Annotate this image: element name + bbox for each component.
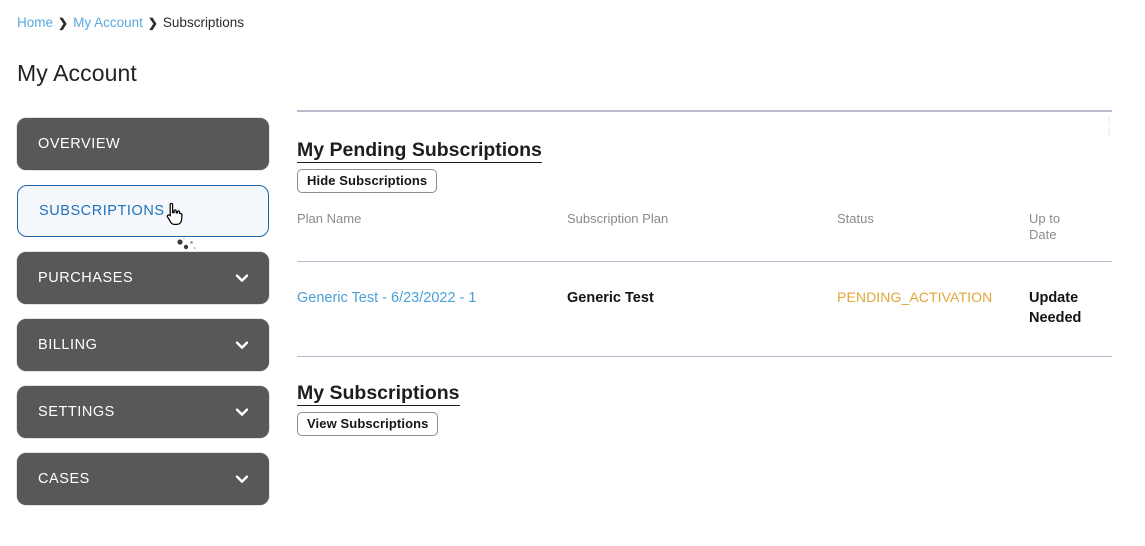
column-header-plan-name: Plan Name (297, 210, 362, 226)
my-subscriptions-section: My Subscriptions View Subscriptions (297, 357, 1112, 436)
cell-up-to-date: Update Needed (1029, 260, 1112, 357)
chevron-down-icon (235, 408, 249, 416)
view-subscriptions-button[interactable]: View Subscriptions (297, 411, 439, 436)
cell-plan-name: Generic Test - 6/23/2022 - 1 (297, 260, 567, 357)
sidebar-item-label: SUBSCRIPTIONS (39, 203, 165, 219)
main-content: My Pending Subscriptions Hide Subscripti… (297, 110, 1112, 436)
table-header-row: Plan Name Subscription Plan Status Up to… (297, 211, 1112, 262)
pending-subscriptions-section: My Pending Subscriptions Hide Subscripti… (297, 112, 1112, 357)
column-header-subscription-plan: Subscription Plan (567, 210, 669, 226)
pending-subscriptions-table: Plan Name Subscription Plan Status Up to… (297, 211, 1112, 357)
plan-name-link[interactable]: Generic Test - 6/23/2022 - 1 (297, 290, 476, 306)
column-header-up-to-date: Up to Date (1029, 210, 1061, 242)
page-title: My Account (17, 60, 137, 86)
my-subscriptions-heading: My Subscriptions (297, 381, 460, 406)
sidebar-item-settings[interactable]: SETTINGS (17, 386, 269, 438)
breadcrumb-item-my-account[interactable]: My Account (73, 15, 143, 30)
sidebar-item-cases[interactable]: CASES (17, 453, 269, 505)
sidebar-item-label: SETTINGS (38, 404, 115, 420)
sidebar-item-label: CASES (38, 471, 90, 487)
breadcrumb-item-subscriptions: Subscriptions (162, 15, 244, 30)
sidebar-item-subscriptions[interactable]: SUBSCRIPTIONS (17, 185, 269, 237)
cell-status: PENDING_ACTIVATION (837, 260, 1029, 357)
chevron-down-icon (235, 475, 249, 483)
cell-subscription-plan: Generic Test (567, 260, 837, 357)
chevron-down-icon (235, 274, 249, 282)
sidebar-item-label: OVERVIEW (38, 136, 121, 152)
sidebar-item-purchases[interactable]: PURCHASES (17, 252, 269, 304)
sidebar-item-billing[interactable]: BILLING (17, 319, 269, 371)
pending-subscriptions-heading: My Pending Subscriptions (297, 138, 542, 163)
table-row: Generic Test - 6/23/2022 - 1 Generic Tes… (297, 260, 1112, 357)
account-sidebar-nav: OVERVIEW SUBSCRIPTIONS PURCHASES BILLING… (17, 118, 269, 520)
sidebar-item-label: PURCHASES (38, 270, 134, 286)
sidebar-item-overview[interactable]: OVERVIEW (17, 118, 269, 170)
panel-scroll-artifact (1108, 118, 1110, 140)
sidebar-item-label: BILLING (38, 337, 98, 353)
column-header-status: Status (837, 210, 874, 226)
hide-subscriptions-button[interactable]: Hide Subscriptions (297, 168, 438, 193)
chevron-down-icon (235, 341, 249, 349)
breadcrumb-separator-icon: ❯ (147, 16, 158, 30)
breadcrumb-item-home[interactable]: Home (17, 15, 53, 30)
breadcrumb: Home ❯ My Account ❯ Subscriptions (17, 14, 244, 32)
breadcrumb-separator-icon: ❯ (58, 16, 69, 30)
status-badge: PENDING_ACTIVATION (837, 288, 993, 305)
